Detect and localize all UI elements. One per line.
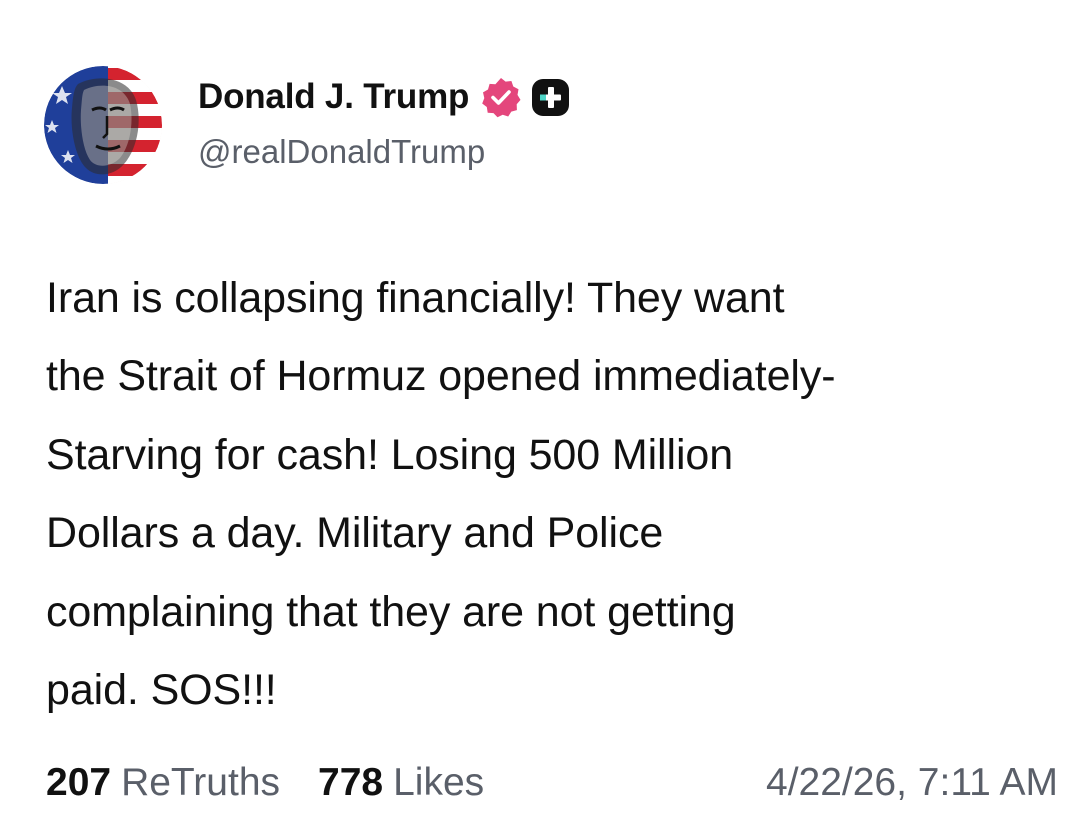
display-name[interactable]: Donald J. Trump bbox=[198, 75, 469, 119]
post-text: Iran is collapsing financially! They wan… bbox=[46, 274, 836, 715]
avatar[interactable] bbox=[44, 66, 162, 184]
name-row: Donald J. Trump bbox=[198, 75, 570, 119]
post-card: Donald J. Trump @realDonaldTrump Iran is… bbox=[0, 0, 1080, 836]
avatar-portrait-flag-icon bbox=[44, 66, 162, 184]
retruths-stat[interactable]: 207 ReTruths bbox=[46, 755, 280, 811]
plus-badge-icon bbox=[532, 78, 570, 116]
post-header: Donald J. Trump @realDonaldTrump bbox=[44, 66, 570, 184]
likes-stat[interactable]: 778 Likes bbox=[318, 755, 484, 811]
verified-badge-icon bbox=[480, 76, 522, 118]
retruths-count: 207 bbox=[46, 761, 112, 804]
post-footer: 207 ReTruths 778 Likes 4/22/26, 7:11 AM bbox=[46, 755, 1058, 811]
retruths-label: ReTruths bbox=[121, 761, 281, 804]
post-timestamp[interactable]: 4/22/26, 7:11 AM bbox=[766, 755, 1058, 811]
author-handle[interactable]: @realDonaldTrump bbox=[198, 132, 569, 172]
likes-label: Likes bbox=[393, 761, 485, 804]
author-identity: Donald J. Trump @realDonaldTrump bbox=[198, 75, 570, 172]
likes-count: 778 bbox=[318, 761, 384, 804]
